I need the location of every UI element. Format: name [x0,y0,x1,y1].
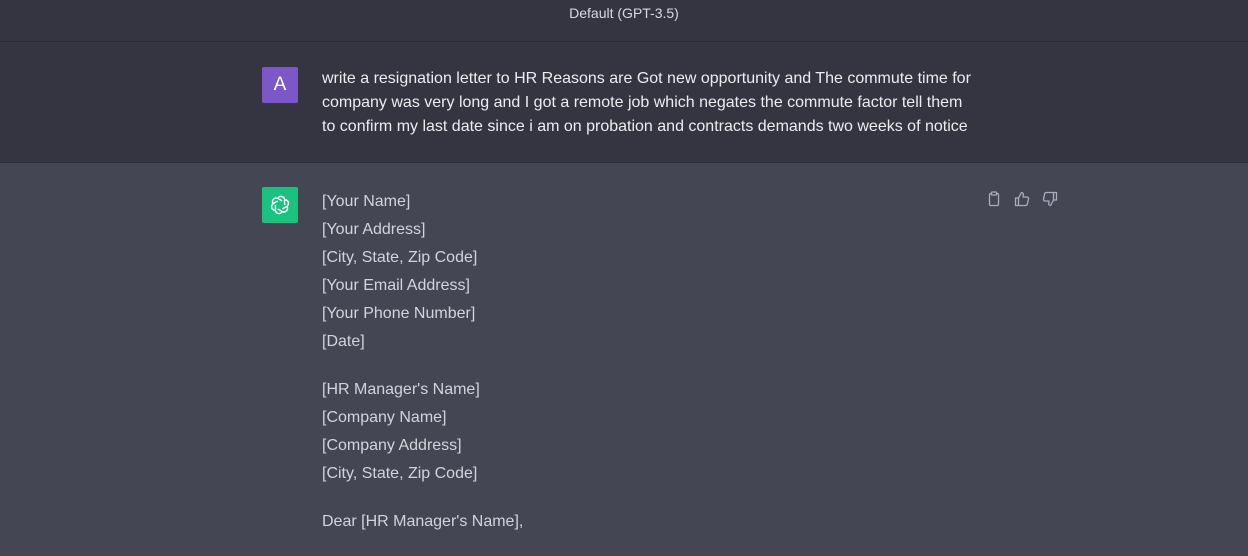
letter-line: [Date] [322,333,365,350]
letter-line: [Company Address] [322,437,462,454]
letter-line: [City, State, Zip Code] [322,465,478,482]
user-message-line: write a resignation letter to HR Reasons… [322,70,971,87]
salutation: Dear [HR Manager's Name], [322,513,524,530]
recipient-address-block: [HR Manager's Name] [Company Name] [Comp… [322,376,962,488]
letter-line: [Your Email Address] [322,277,470,294]
user-message-row: A write a resignation letter to HR Reaso… [0,42,1248,163]
assistant-message-row: [Your Name] [Your Address] [City, State,… [0,163,1248,542]
user-message-line: to confirm my last date since i am on pr… [322,118,968,135]
openai-logo-icon [270,195,290,215]
copy-icon [988,191,1000,207]
thumbs-down-icon [1042,191,1058,207]
thumbs-up-icon [1014,191,1030,207]
thumbs-up-button[interactable] [1014,191,1030,207]
letter-line: [City, State, Zip Code] [322,249,478,266]
user-message-line: company was very long and I got a remote… [322,94,963,111]
salutation-block: Dear [HR Manager's Name], [322,508,962,536]
letter-line: [Your Name] [322,193,411,210]
thumbs-down-button[interactable] [1042,191,1058,207]
user-message-text: write a resignation letter to HR Reasons… [322,67,982,139]
user-avatar-letter: A [273,74,287,95]
message-actions [986,191,1058,207]
user-avatar: A [262,67,298,103]
top-bar: Default (GPT-3.5) [0,0,1248,42]
assistant-avatar [262,187,298,223]
letter-line: [Your Address] [322,221,426,238]
letter-line: [Your Phone Number] [322,305,476,322]
assistant-message-text: [Your Name] [Your Address] [City, State,… [322,188,962,556]
letter-line: [HR Manager's Name] [322,381,480,398]
copy-button[interactable] [986,191,1002,207]
letter-line: [Company Name] [322,409,447,426]
sender-address-block: [Your Name] [Your Address] [City, State,… [322,188,962,356]
model-label: Default (GPT-3.5) [569,5,679,21]
